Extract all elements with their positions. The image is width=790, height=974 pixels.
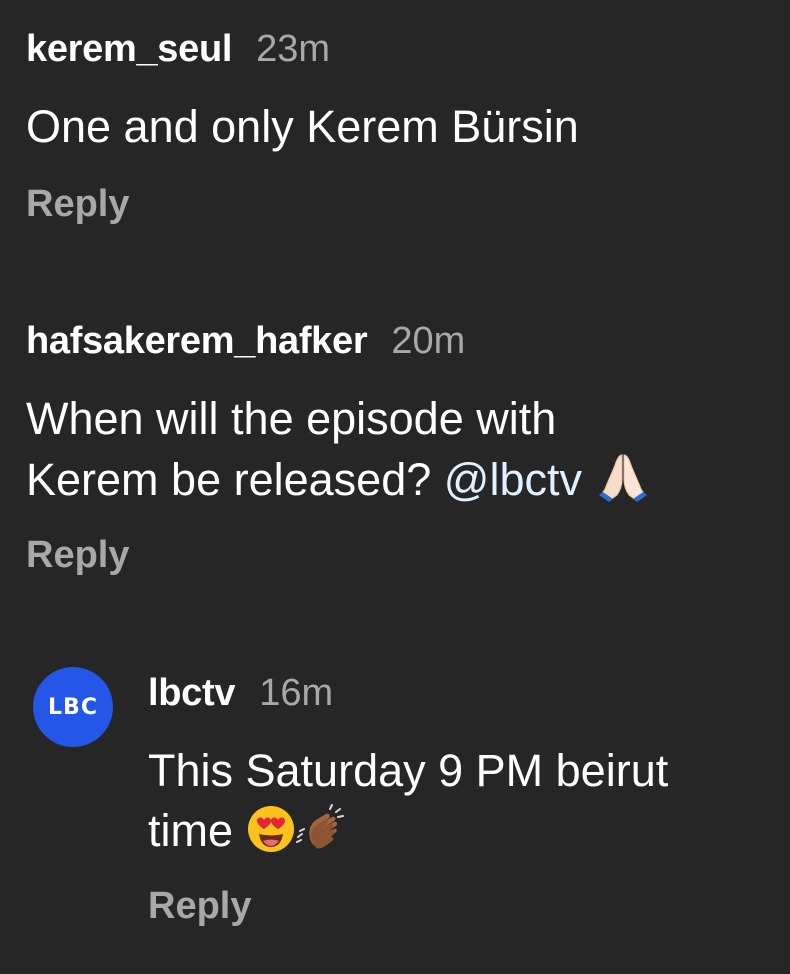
comment-reply: lbctv 16m This Saturday 9 PM beirut time… — [148, 672, 668, 928]
comment-text-line-2-content: time — [148, 805, 234, 856]
heart-eyes-icon — [247, 806, 294, 852]
comment-timestamp: 20m — [391, 320, 466, 362]
comment: hafsakerem_hafker 20m When will the epis… — [26, 320, 651, 577]
comment-text-line-1: When will the episode with — [26, 393, 557, 444]
comment-text-line-2-content: Kerem be released? — [26, 454, 432, 505]
mention-link[interactable]: @lbctv — [444, 454, 582, 505]
clapping-hands-icon — [295, 804, 344, 849]
comment-meta: lbctv 16m — [148, 672, 668, 715]
comment-text: One and only Kerem Bürsin — [26, 97, 579, 157]
comment-username[interactable]: hafsakerem_hafker — [26, 320, 368, 363]
comment-text-content: One and only Kerem Bürsin — [26, 101, 579, 152]
comment: kerem_seul 23m One and only Kerem Bürsin… — [26, 28, 579, 226]
comment-meta: hafsakerem_hafker 20m — [26, 320, 651, 363]
reply-button[interactable]: Reply — [26, 534, 129, 577]
folded-hands-icon — [598, 454, 647, 502]
avatar-logo-text: LBC — [48, 694, 98, 720]
comment-text-line-2: time — [148, 801, 668, 861]
comment-username[interactable]: kerem_seul — [26, 28, 232, 71]
comment-meta: kerem_seul 23m — [26, 28, 579, 71]
avatar[interactable]: LBC — [33, 667, 113, 747]
comment-username[interactable]: lbctv — [148, 672, 236, 715]
comment-timestamp: 16m — [259, 672, 334, 714]
comment-thread: kerem_seul 23m One and only Kerem Bürsin… — [0, 0, 790, 974]
comment-text: When will the episode with Kerem be rele… — [26, 389, 651, 510]
comment-text-line-2: Kerem be released? @lbctv — [26, 449, 651, 510]
reply-button[interactable]: Reply — [26, 183, 129, 226]
comment-timestamp: 23m — [256, 28, 331, 70]
reply-button[interactable]: Reply — [148, 885, 251, 928]
comment-text-line-1: This Saturday 9 PM beirut — [148, 745, 669, 796]
comment-text: This Saturday 9 PM beirut time — [148, 741, 668, 861]
